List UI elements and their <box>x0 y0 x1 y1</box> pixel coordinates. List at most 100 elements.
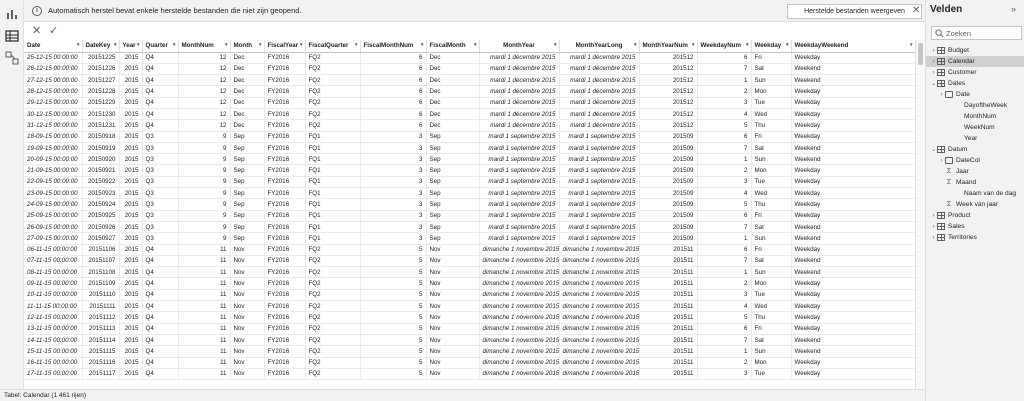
column-header[interactable]: DateKey ▾ <box>82 40 120 53</box>
chevron-down-icon[interactable]: ▾ <box>786 42 789 48</box>
scroll-thumb[interactable] <box>918 43 923 65</box>
field-list-item[interactable]: › Calendar <box>926 56 1024 67</box>
collapse-pane-icon[interactable]: » <box>1011 4 1016 14</box>
chevron-down-icon[interactable]: ▾ <box>137 42 140 48</box>
data-view-icon[interactable] <box>4 28 20 44</box>
table-cell: 6 <box>697 131 752 143</box>
field-list-item[interactable]: › Customer <box>926 67 1024 78</box>
table-cell: 2015 <box>119 232 143 245</box>
table-cell: Nov <box>230 277 265 290</box>
table-cell: dimanche 1 novembre 2015 <box>479 289 560 302</box>
chevron-icon[interactable]: › <box>938 92 945 98</box>
table-cell: Dec <box>426 119 480 132</box>
field-list-item[interactable]: › Territories <box>926 232 1024 243</box>
field-list-item[interactable]: Year <box>926 133 1024 144</box>
search-input[interactable] <box>946 28 1020 39</box>
column-header[interactable]: Weekday ▾ <box>751 40 792 53</box>
chevron-icon[interactable]: ⌄ <box>930 146 937 153</box>
table-row: 22-09-15 00:00:00 20150922 2015 Q3 9 Sep FY201… <box>24 176 915 189</box>
table-cell: FQ1 <box>305 142 361 155</box>
chevron-down-icon[interactable]: ▾ <box>421 42 424 48</box>
commit-icon[interactable]: ✓ <box>49 24 58 37</box>
column-header[interactable]: Month ▾ <box>230 40 265 53</box>
field-list-item[interactable]: › Product <box>926 210 1024 221</box>
chevron-icon[interactable]: › <box>938 158 945 164</box>
field-list-item[interactable]: › DateCol <box>926 155 1024 166</box>
chevron-down-icon[interactable]: ▾ <box>259 42 262 48</box>
table-cell: 3 <box>697 97 752 109</box>
column-header[interactable]: FiscalYear ▾ <box>264 40 306 53</box>
column-header[interactable]: WeekdayWeekend ▾ <box>791 40 915 53</box>
column-header[interactable]: MonthNum ▾ <box>178 40 231 53</box>
column-header[interactable]: MonthYear ▾ <box>479 40 560 53</box>
chevron-icon[interactable]: ⌄ <box>930 80 937 87</box>
column-header[interactable]: MonthYearLong ▾ <box>559 40 640 53</box>
chevron-down-icon[interactable]: ▾ <box>692 42 695 48</box>
chevron-down-icon[interactable]: ▾ <box>355 42 358 48</box>
table-cell: FY2016 <box>264 74 306 87</box>
table-cell: Nov <box>426 311 480 324</box>
field-list-item[interactable]: › Budget <box>926 45 1024 56</box>
cancel-icon[interactable]: ✕ <box>32 24 41 37</box>
chevron-down-icon[interactable]: ▾ <box>746 42 749 48</box>
chevron-down-icon[interactable]: ▾ <box>554 42 557 48</box>
chevron-down-icon[interactable]: ▾ <box>77 42 80 48</box>
header-row: Date ▾ DateKey ▾ Year ▾ Quarter ▾ MonthNum ▾ … <box>24 40 915 53</box>
table-cell: Q3 <box>142 210 179 222</box>
table-icon <box>937 234 945 241</box>
chevron-down-icon[interactable]: ▾ <box>910 42 913 48</box>
chevron-down-icon[interactable]: ▾ <box>300 42 303 48</box>
table-row: 15-11-15 00:00:00 20151115 2015 Q4 11 Nov FY20… <box>24 345 915 358</box>
column-header[interactable]: Year ▾ <box>119 40 143 53</box>
field-list-item[interactable]: ⌄ Datum <box>926 144 1024 155</box>
report-view-icon[interactable] <box>4 6 20 22</box>
table-cell: 7 <box>697 255 752 268</box>
chevron-icon[interactable]: › <box>930 59 937 65</box>
chevron-down-icon[interactable]: ▾ <box>474 42 477 48</box>
field-list-item[interactable]: ⌄ Dates <box>926 78 1024 89</box>
chevron-icon[interactable]: › <box>930 70 937 76</box>
field-list-item[interactable]: Naam van de dag <box>926 188 1024 199</box>
field-list-item[interactable]: WeekNum <box>926 122 1024 133</box>
column-header[interactable]: Date ▾ <box>24 40 83 53</box>
column-header[interactable]: WeekdayNum ▾ <box>697 40 752 53</box>
table-cell: mardi 1 septembre 2015 <box>479 198 560 211</box>
vertical-scrollbar[interactable] <box>915 40 925 389</box>
column-header[interactable]: FiscalMonthNum ▾ <box>360 40 427 53</box>
chevron-icon[interactable]: › <box>930 213 937 219</box>
chevron-icon[interactable]: › <box>930 224 937 230</box>
column-header[interactable]: Quarter ▾ <box>142 40 179 53</box>
table-cell: Nov <box>230 345 265 358</box>
chevron-icon[interactable]: › <box>930 48 937 54</box>
field-list-item[interactable]: › Sales <box>926 221 1024 232</box>
table-cell: 20150920 <box>82 153 120 166</box>
chevron-icon[interactable]: › <box>930 235 937 241</box>
table-cell: Sun <box>751 266 792 279</box>
table-cell: Weekday <box>791 277 915 290</box>
table-cell: 2015 <box>119 311 143 324</box>
table-cell: dimanche 1 novembre 2015 <box>479 357 560 369</box>
field-list-item[interactable]: Σ Jaar <box>926 166 1024 177</box>
table-cell: 201509 <box>639 221 698 234</box>
field-list-item[interactable]: Σ Week van jaar <box>926 199 1024 210</box>
field-label: Maand <box>956 179 977 186</box>
table-cell: 3 <box>360 198 427 211</box>
field-list-item[interactable]: Σ Maand <box>926 177 1024 188</box>
table-cell: 2015 <box>119 74 143 87</box>
chevron-down-icon[interactable]: ▾ <box>114 42 117 48</box>
show-recovered-files-button[interactable]: Herstelde bestanden weergeven <box>787 4 922 19</box>
close-icon[interactable]: ✕ <box>912 4 920 18</box>
field-list-item[interactable]: DayoftheWeek <box>926 100 1024 111</box>
table-cell: FQ2 <box>305 85 361 98</box>
chevron-down-icon[interactable]: ▾ <box>173 42 176 48</box>
table-cell: dimanche 1 novembre 2015 <box>559 334 640 347</box>
field-list-item[interactable]: › Date <box>926 89 1024 100</box>
chevron-down-icon[interactable]: ▾ <box>634 42 637 48</box>
model-view-icon[interactable] <box>4 50 20 66</box>
table-cell: 201509 <box>639 198 698 211</box>
column-header[interactable]: MonthYearNum ▾ <box>639 40 698 53</box>
chevron-down-icon[interactable]: ▾ <box>225 42 228 48</box>
column-header[interactable]: FiscalMonth ▾ <box>426 40 480 53</box>
column-header[interactable]: FiscalQuarter ▾ <box>305 40 361 53</box>
field-list-item[interactable]: MonthNum <box>926 111 1024 122</box>
